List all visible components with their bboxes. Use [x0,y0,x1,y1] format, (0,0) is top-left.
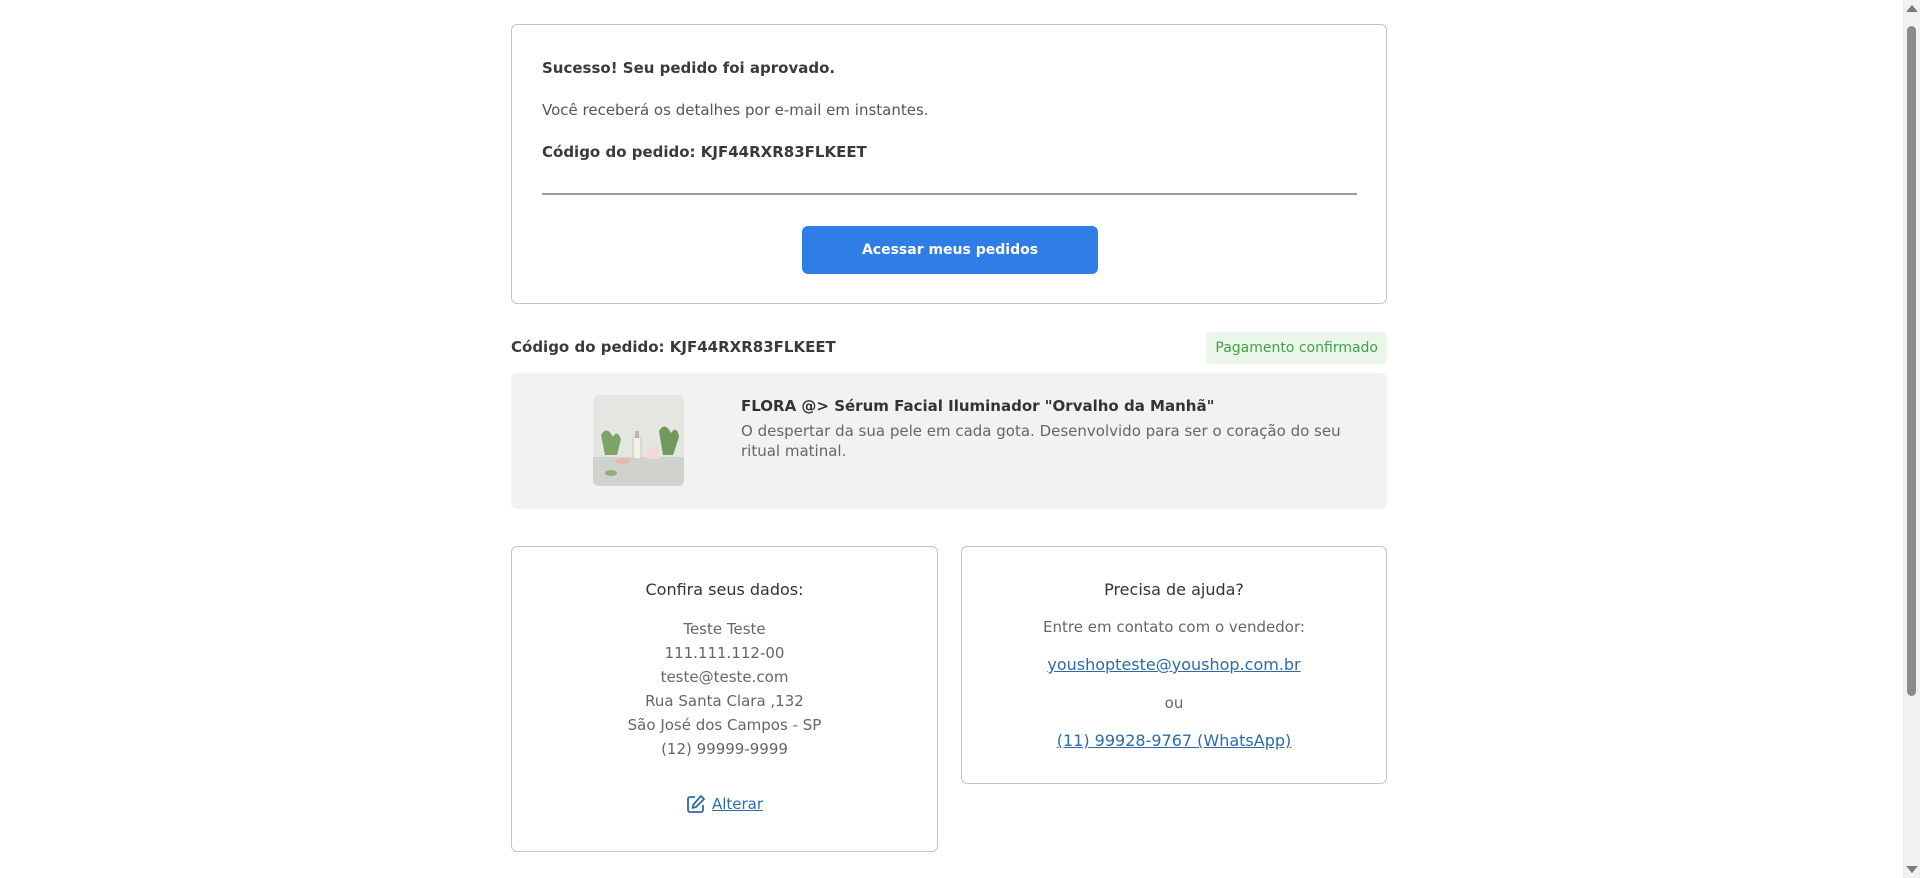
edit-data-link[interactable]: Alterar [686,794,763,814]
whatsapp-link[interactable]: (11) 99928-9767 (WhatsApp) [962,731,1386,750]
customer-email: teste@teste.com [660,668,789,686]
customer-data-title: Confira seus dados: [645,580,804,599]
success-message: Você receberá os detalhes por e-mail em … [542,101,929,119]
scrollbar-thumb[interactable] [1907,26,1916,696]
customer-address: Rua Santa Clara ,132 [645,692,804,710]
chevron-down-icon[interactable] [1906,866,1918,873]
customer-phone: (12) 99999-9999 [661,740,788,758]
customer-document: 111.111.112-00 [664,644,785,662]
product-photo-illustration [593,395,684,486]
product-name: FLORA @> Sérum Facial Iluminador "Orvalh… [741,397,1215,415]
edit-data-row: Alterar [512,794,937,818]
customer-city: São José dos Campos - SP [627,716,822,734]
order-code: Código do pedido: KJF44RXR83FLKEET [511,338,836,356]
customer-data-card: Confira seus dados: Teste Teste 111.111.… [511,546,938,852]
help-card: Precisa de ajuda? Entre em contato com o… [961,546,1387,784]
vertical-scrollbar[interactable] [1903,0,1920,878]
help-or-text: ou [1164,694,1184,712]
edit-icon [687,795,705,813]
product-image [593,395,684,486]
chevron-up-icon[interactable] [1906,5,1918,12]
help-contact-text: Entre em contato com o vendedor: [1043,618,1305,636]
access-orders-button[interactable]: Acessar meus pedidos [802,226,1098,274]
divider [542,193,1357,195]
edit-label: Alterar [711,795,764,813]
product-card: FLORA @> Sérum Facial Iluminador "Orvalh… [511,373,1387,509]
product-description: O despertar da sua pele em cada gota. De… [741,422,1341,460]
success-card: Sucesso! Seu pedido foi aprovado. Você r… [511,24,1387,304]
help-title: Precisa de ajuda? [1104,580,1244,599]
payment-status-badge: Pagamento confirmado [1206,332,1387,364]
success-order-code: Código do pedido: KJF44RXR83FLKEET [542,143,867,161]
success-title: Sucesso! Seu pedido foi aprovado. [542,59,836,77]
seller-email-link[interactable]: youshopteste@youshop.com.br [962,655,1386,674]
customer-name: Teste Teste [683,620,766,638]
